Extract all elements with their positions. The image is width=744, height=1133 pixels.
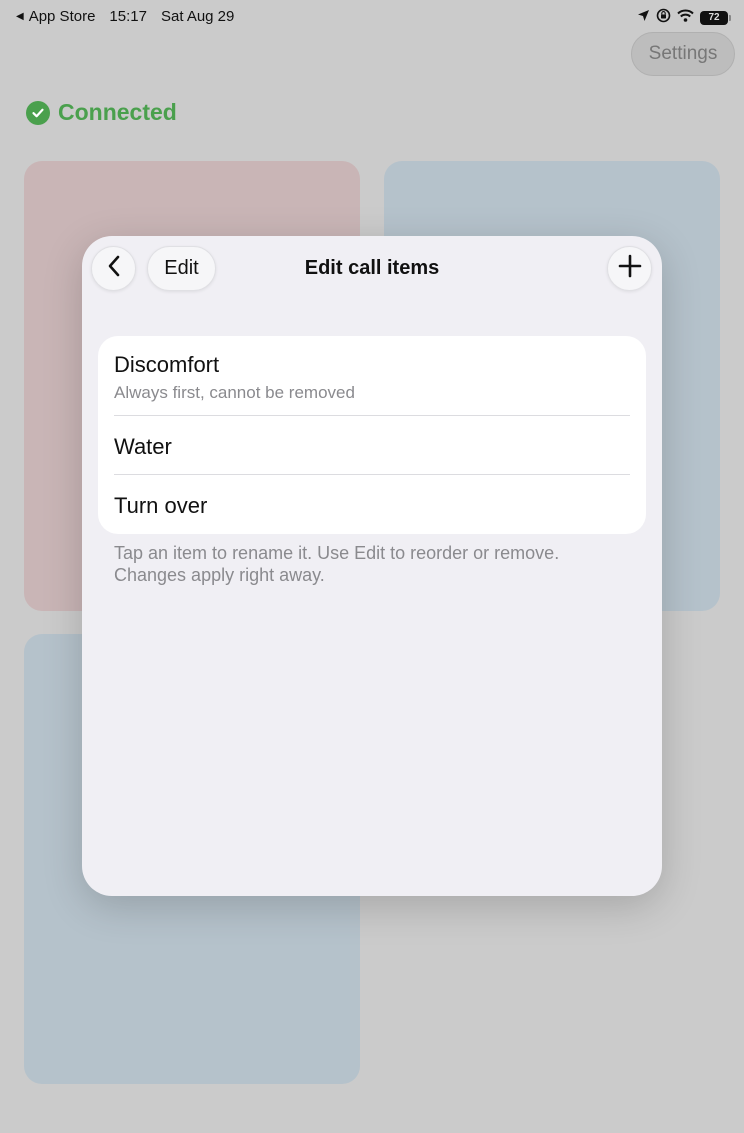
status-time: 15:17 xyxy=(109,8,147,25)
status-bar-right: 72 xyxy=(637,8,731,27)
footer-note: Tap an item to rename it. Use Edit to re… xyxy=(114,543,560,585)
connection-status: Connected xyxy=(26,99,177,126)
back-app-label: App Store xyxy=(28,8,96,25)
back-triangle-icon: ◀ xyxy=(16,11,24,22)
item-title: Discomfort xyxy=(114,352,220,377)
call-items-list: Discomfort Always first, cannot be remov… xyxy=(98,336,646,534)
screen: ◀ App Store 15:17 Sat Aug 29 72 Settings… xyxy=(0,0,744,1133)
wifi-icon xyxy=(677,9,694,26)
location-arrow-icon xyxy=(637,9,650,26)
item-title: Turn over xyxy=(114,493,208,518)
settings-button[interactable]: Settings xyxy=(631,32,735,76)
modal-title: Edit call items xyxy=(304,257,440,279)
list-item-turn-over[interactable]: Turn over xyxy=(114,493,630,519)
check-circle-icon xyxy=(26,100,50,125)
status-bar-left: ◀ App Store 15:17 Sat Aug 29 xyxy=(16,8,234,25)
orientation-lock-icon xyxy=(656,8,671,27)
item-subtitle: Always first, cannot be removed xyxy=(114,383,355,402)
status-bar: ◀ App Store 15:17 Sat Aug 29 72 xyxy=(0,0,744,32)
add-item-button[interactable] xyxy=(607,246,652,291)
divider xyxy=(114,415,630,416)
back-to-app-link[interactable]: ◀ App Store xyxy=(16,8,95,25)
battery-level: 72 xyxy=(708,12,720,23)
edit-call-items-modal: Edit Edit call items Discomfort Always f… xyxy=(82,236,662,896)
list-item-water[interactable]: Water xyxy=(114,434,630,460)
divider xyxy=(114,474,630,475)
item-title: Water xyxy=(114,434,172,459)
battery-icon: 72 xyxy=(700,10,731,25)
status-date: Sat Aug 29 xyxy=(160,8,235,25)
plus-icon xyxy=(618,254,642,283)
list-item-discomfort[interactable]: Discomfort Always first, cannot be remov… xyxy=(114,352,630,403)
connection-label: Connected xyxy=(58,99,177,125)
